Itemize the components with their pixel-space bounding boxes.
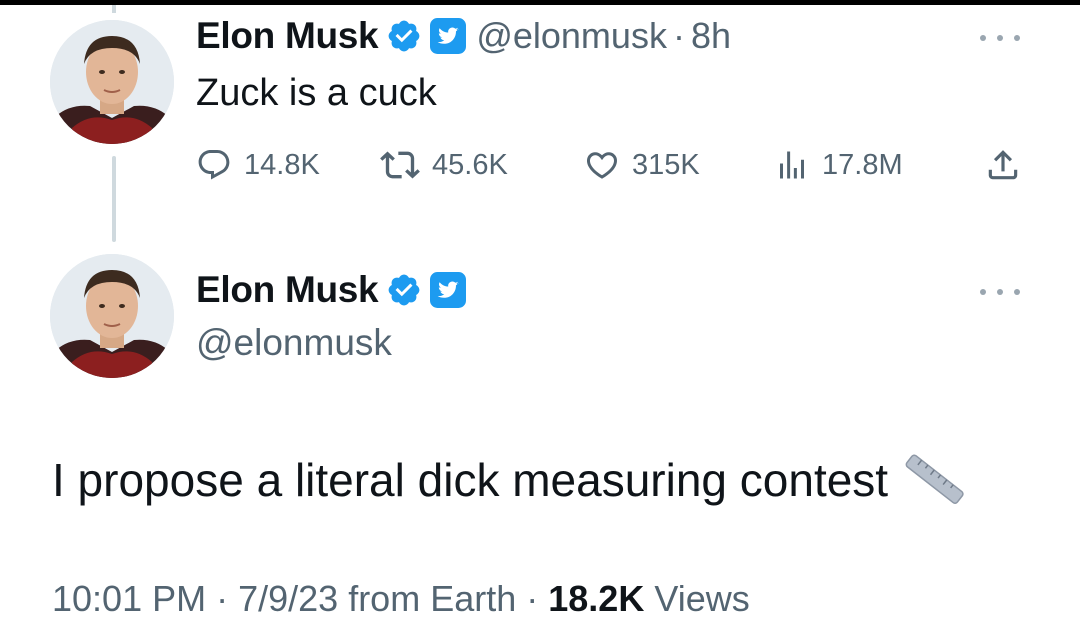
separator-dot: · xyxy=(672,15,685,56)
heart-icon xyxy=(586,152,618,179)
tweet-actions: 14.8K 45.6K 315K 17.8M xyxy=(196,140,1036,190)
tweet-main-text: I propose a literal dick measuring conte… xyxy=(52,452,964,508)
thread-line xyxy=(112,156,116,242)
separator-dot: · xyxy=(516,578,549,619)
views-count[interactable]: 18.2K xyxy=(548,578,644,619)
views-button[interactable]: 17.8M xyxy=(774,140,903,190)
tweet-date[interactable]: 7/9/23 xyxy=(238,578,338,619)
twitter-bird-icon xyxy=(430,18,467,54)
author-handle[interactable]: @elonmusk xyxy=(196,322,392,364)
thread-line-top xyxy=(112,5,116,13)
share-button[interactable] xyxy=(984,140,1022,190)
tweet-text: Zuck is a cuck xyxy=(196,72,437,114)
tweet-time[interactable]: 8h xyxy=(691,15,731,57)
more-options-icon[interactable] xyxy=(980,282,1020,302)
analytics-icon xyxy=(780,151,804,179)
reply-icon xyxy=(198,150,230,180)
retweet-count: 45.6K xyxy=(432,148,508,181)
retweet-icon xyxy=(380,151,420,179)
reply-count: 14.8K xyxy=(244,148,320,181)
verified-badge-icon[interactable] xyxy=(386,272,422,308)
more-options-icon[interactable] xyxy=(980,28,1020,48)
like-count: 315K xyxy=(632,148,700,181)
tweet2-header: Elon Musk xyxy=(196,268,467,312)
retweet-button[interactable]: 45.6K xyxy=(380,140,508,190)
tweet-timestamp[interactable]: 10:01 PM xyxy=(52,578,206,619)
author-name[interactable]: Elon Musk xyxy=(196,15,379,57)
views-label: Views xyxy=(644,578,750,619)
twitter-bird-icon xyxy=(430,272,467,308)
author-handle[interactable]: @elonmusk xyxy=(476,15,667,57)
straight-ruler-icon xyxy=(904,452,964,508)
views-count: 17.8M xyxy=(822,148,903,181)
avatar[interactable] xyxy=(50,20,174,144)
tweet1-header: Elon Musk @elonmusk · 8h xyxy=(196,14,731,58)
top-border xyxy=(0,0,1080,5)
reply-button[interactable]: 14.8K xyxy=(196,140,320,190)
share-icon xyxy=(988,150,1018,180)
tweet-meta: 10:01 PM · 7/9/23 from Earth · 18.2K Vie… xyxy=(52,578,750,620)
like-button[interactable]: 315K xyxy=(584,140,700,190)
tweet-source: from Earth xyxy=(338,578,517,619)
separator-dot: · xyxy=(206,578,239,619)
avatar[interactable] xyxy=(50,254,174,378)
tweet-text: I propose a literal dick measuring conte… xyxy=(52,454,889,506)
verified-badge-icon[interactable] xyxy=(386,18,422,54)
author-name[interactable]: Elon Musk xyxy=(196,269,379,311)
